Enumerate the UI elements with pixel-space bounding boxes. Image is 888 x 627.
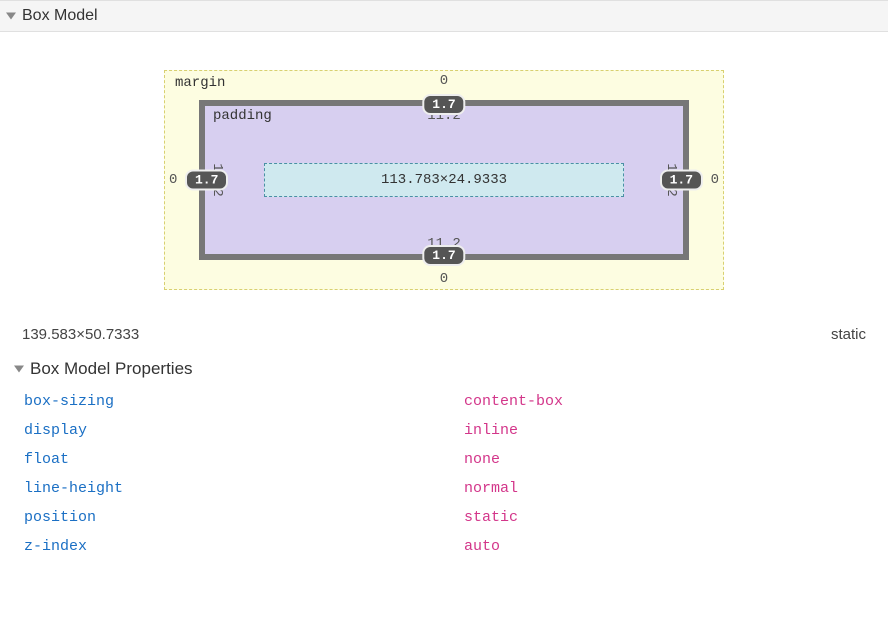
section-header-box-model[interactable]: Box Model [0, 0, 888, 32]
section-header-box-model-properties[interactable]: Box Model Properties [0, 353, 888, 385]
section-title: Box Model [22, 7, 98, 24]
margin-label: margin [175, 75, 225, 91]
chevron-down-icon [14, 366, 24, 373]
property-row: box-sizingcontent-box [24, 387, 888, 416]
margin-bottom-value[interactable]: 0 [440, 271, 448, 287]
element-position: static [831, 326, 866, 343]
property-row: line-heightnormal [24, 474, 888, 503]
padding-layer[interactable]: padding 11.2 11.2 11.2 11.2 113.783×24.9… [205, 106, 683, 254]
dimensions-row: 139.583×50.7333 static [0, 308, 888, 353]
property-value[interactable]: content-box [464, 393, 563, 410]
element-dimensions: 139.583×50.7333 [22, 326, 139, 343]
property-row: z-indexauto [24, 532, 888, 561]
margin-top-value[interactable]: 0 [440, 73, 448, 89]
property-value[interactable]: auto [464, 538, 500, 555]
margin-left-value[interactable]: 0 [169, 172, 177, 188]
padding-label: padding [213, 108, 272, 124]
border-top-value[interactable]: 1.7 [422, 94, 465, 115]
border-left-value[interactable]: 1.7 [185, 170, 228, 191]
property-row: displayinline [24, 416, 888, 445]
property-value[interactable]: static [464, 509, 518, 526]
content-layer[interactable]: 113.783×24.9333 [264, 163, 624, 197]
property-row: floatnone [24, 445, 888, 474]
property-value[interactable]: inline [464, 422, 518, 439]
border-right-value[interactable]: 1.7 [660, 170, 703, 191]
property-name[interactable]: position [24, 509, 464, 526]
property-name[interactable]: z-index [24, 538, 464, 555]
box-model-diagram: margin 0 0 0 0 border 1.7 1.7 1.7 1.7 pa… [0, 32, 888, 308]
chevron-down-icon [6, 13, 16, 20]
property-value[interactable]: none [464, 451, 500, 468]
property-list: box-sizingcontent-boxdisplayinlinefloatn… [0, 385, 888, 571]
border-layer[interactable]: border 1.7 1.7 1.7 1.7 padding 11.2 11.2… [199, 100, 689, 260]
property-name[interactable]: float [24, 451, 464, 468]
margin-layer[interactable]: margin 0 0 0 0 border 1.7 1.7 1.7 1.7 pa… [164, 70, 724, 290]
property-name[interactable]: box-sizing [24, 393, 464, 410]
property-row: positionstatic [24, 503, 888, 532]
content-dimensions: 113.783×24.9333 [381, 172, 507, 188]
subsection-title: Box Model Properties [30, 359, 193, 378]
property-name[interactable]: line-height [24, 480, 464, 497]
border-bottom-value[interactable]: 1.7 [422, 245, 465, 266]
margin-right-value[interactable]: 0 [711, 172, 719, 188]
property-name[interactable]: display [24, 422, 464, 439]
property-value[interactable]: normal [464, 480, 518, 497]
